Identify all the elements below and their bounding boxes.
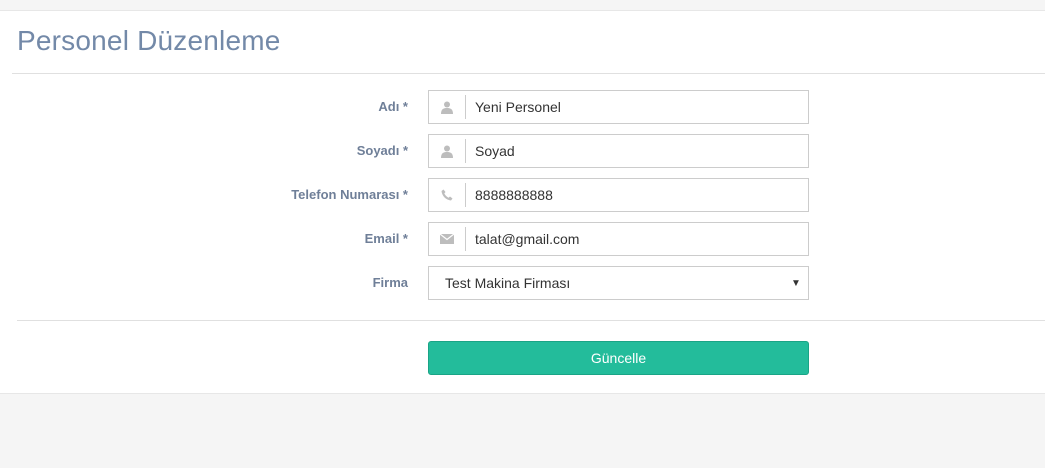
last-name-label: Soyadı * [356,143,408,158]
phone-icon [429,183,466,207]
user-icon [429,139,466,163]
firma-select[interactable]: Test Makina Firması ▼ [428,266,809,300]
envelope-icon [429,227,466,251]
last-name-field [428,134,809,168]
email-label: Email * [364,231,408,246]
first-name-field [428,90,809,124]
last-name-input[interactable] [466,136,808,166]
form-row-last-name: Soyadı * [0,134,1045,168]
phone-field [428,178,809,212]
user-icon [429,95,466,119]
edit-panel: Personel Düzenleme Adı * Soyadı * Telefo… [0,10,1045,394]
form-divider [17,320,1045,321]
form-row-first-name: Adı * [0,90,1045,124]
form-row-phone: Telefon Numarası * [0,178,1045,212]
first-name-label: Adı * [378,99,408,114]
phone-input[interactable] [466,180,808,210]
firma-label: Firma [372,275,408,290]
phone-label: Telefon Numarası * [291,187,408,202]
title-divider [12,73,1045,74]
caret-down-icon: ▼ [791,277,801,289]
form-row-email: Email * [0,222,1045,256]
email-input[interactable] [466,224,808,254]
email-field [428,222,809,256]
page-title: Personel Düzenleme [17,25,281,56]
firma-selected-value: Test Makina Firması [445,275,571,291]
first-name-input[interactable] [466,92,808,122]
form-row-firma: Firma Test Makina Firması ▼ [0,266,1045,300]
update-button[interactable]: Güncelle [428,341,809,375]
